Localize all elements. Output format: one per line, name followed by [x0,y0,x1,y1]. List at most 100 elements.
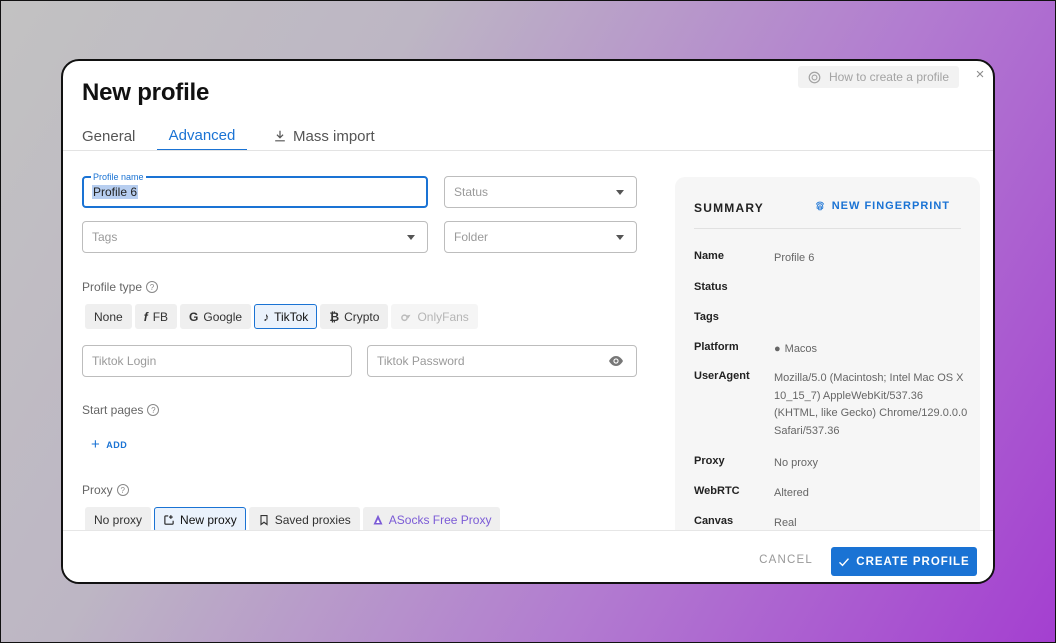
summary-key: Tags [694,311,719,323]
tags-select[interactable]: Tags [82,221,428,253]
profile-type-google-label: Google [203,309,243,324]
fingerprint-icon [815,201,824,211]
profile-type-fb-label: FB [152,309,169,324]
bitcoin-icon: ₿ [329,309,340,324]
question-icon[interactable]: ? [146,281,159,293]
status-select[interactable]: Status [444,176,637,208]
summary-key: WebRTC [694,485,740,497]
chevron-down-icon [616,235,624,240]
summary-divider [694,228,961,229]
summary-value-wrap: ● Macos [774,341,964,359]
profile-type-tiktok[interactable]: ♪ TikTok [254,304,318,329]
chevron-down-icon [616,190,624,195]
tiktok-login-placeholder: Tiktok Login [92,354,157,368]
profile-type-label: Profile type [82,280,143,294]
dialog-title: New profile [82,79,210,106]
add-start-page-button[interactable]: + ADD [91,437,128,452]
proxy-option-new[interactable]: New proxy [154,507,246,532]
proxy-none-label: No proxy [94,512,143,527]
proxy-options: No proxy New proxy Saved proxies ASocks … [85,507,501,532]
folder-select[interactable]: Folder [444,221,637,253]
status-placeholder: Status [454,185,489,199]
dialog-footer: CANCEL CREATE PROFILE [63,530,993,582]
add-label: ADD [106,440,128,450]
tab-general[interactable]: General [82,121,157,151]
eye-icon[interactable] [608,355,624,367]
summary-key: UserAgent [694,370,750,382]
folder-placeholder: Folder [454,230,489,244]
tiktok-password-input[interactable]: Tiktok Password [367,345,637,377]
proxy-new-label: New proxy [180,512,237,527]
summary-row-status: Status [694,281,964,293]
how-to-create-link[interactable]: How to create a profile [797,66,959,88]
header-divider [63,150,993,151]
summary-value [774,281,964,293]
proxy-asocks-label: ASocks Free Proxy [388,512,492,527]
new-profile-dialog: How to create a profile × New profile Ge… [61,59,995,584]
new-fingerprint-label: NEW FINGERPRINT [831,200,950,212]
summary-value: Altered [774,487,809,499]
question-icon[interactable]: ? [147,404,160,416]
question-icon[interactable]: ? [116,484,129,496]
tags-placeholder: Tags [92,230,118,244]
how-to-create-label: How to create a profile [828,70,949,84]
profile-type-crypto-label: Crypto [344,309,380,324]
proxy-option-none[interactable]: No proxy [85,507,152,532]
asocks-icon [373,514,383,524]
start-pages-label: Start pages [82,403,144,417]
summary-row-name: Name Profile 6 [694,250,964,268]
profile-type-onlyfans: OnlyFans [391,304,478,329]
tab-mass-import-label: Mass import [293,127,375,145]
tiktok-login-input[interactable]: Tiktok Login [82,345,352,377]
cancel-button[interactable]: CANCEL [759,554,813,566]
profile-type-heading: Profile type ? [82,280,159,294]
facebook-icon: f [143,309,148,324]
check-icon [839,557,850,566]
proxy-saved-label: Saved proxies [274,512,351,527]
summary-key: Name [694,250,724,262]
tab-advanced[interactable]: Advanced [157,121,247,151]
summary-row-useragent: UserAgent Mozilla/5.0 (Macintosh; Intel … [694,370,969,440]
summary-key: Status [694,281,728,293]
profile-type-google[interactable]: G Google [180,304,252,329]
profile-type-none[interactable]: None [85,304,132,329]
profile-name-field[interactable]: Profile name Profile 6 [82,172,428,208]
summary-title: SUMMARY [694,201,764,215]
summary-row-tags: Tags [694,311,964,323]
summary-row-platform: Platform ● Macos [694,341,964,359]
proxy-option-saved[interactable]: Saved proxies [248,507,360,532]
proxy-option-asocks[interactable]: ASocks Free Proxy [362,507,501,532]
create-profile-label: CREATE PROFILE [856,555,970,568]
apple-icon: ● [774,343,781,355]
profile-type-tiktok-label: TikTok [274,309,309,324]
summary-value: No proxy [774,457,819,469]
profile-type-crypto[interactable]: ₿ Crypto [320,304,389,329]
summary-panel: SUMMARY NEW FINGERPRINT Name Profile 6 S… [675,177,980,582]
tiktok-icon: ♪ [263,309,270,324]
new-fingerprint-button[interactable]: NEW FINGERPRINT [814,200,950,212]
bookmark-icon [260,514,268,526]
summary-value: Macos [784,343,818,355]
google-icon: G [189,309,199,324]
tiktok-password-placeholder: Tiktok Password [377,354,465,368]
new-proxy-icon [164,514,174,525]
help-circle-icon [808,71,821,83]
proxy-heading: Proxy ? [82,483,129,497]
summary-value [774,311,964,323]
summary-key: Platform [694,341,739,353]
summary-key: Proxy [694,455,725,467]
proxy-label: Proxy [82,483,113,497]
profile-name-label: Profile name [91,172,146,182]
tab-mass-import[interactable]: Mass import [273,121,375,151]
chevron-down-icon [407,235,415,240]
summary-row-proxy: Proxy No proxy [694,455,964,473]
summary-value: Mozilla/5.0 (Macintosh; Intel Mac OS X 1… [774,372,968,437]
profile-name-value: Profile 6 [92,185,139,199]
tab-bar: General Advanced Mass import [82,121,375,151]
create-profile-button[interactable]: CREATE PROFILE [831,547,977,576]
onlyfans-icon [401,313,411,321]
start-pages-heading: Start pages ? [82,403,160,417]
close-icon[interactable]: × [973,67,987,82]
profile-type-onlyfans-label: OnlyFans [417,309,469,324]
profile-type-fb[interactable]: f FB [134,304,178,329]
